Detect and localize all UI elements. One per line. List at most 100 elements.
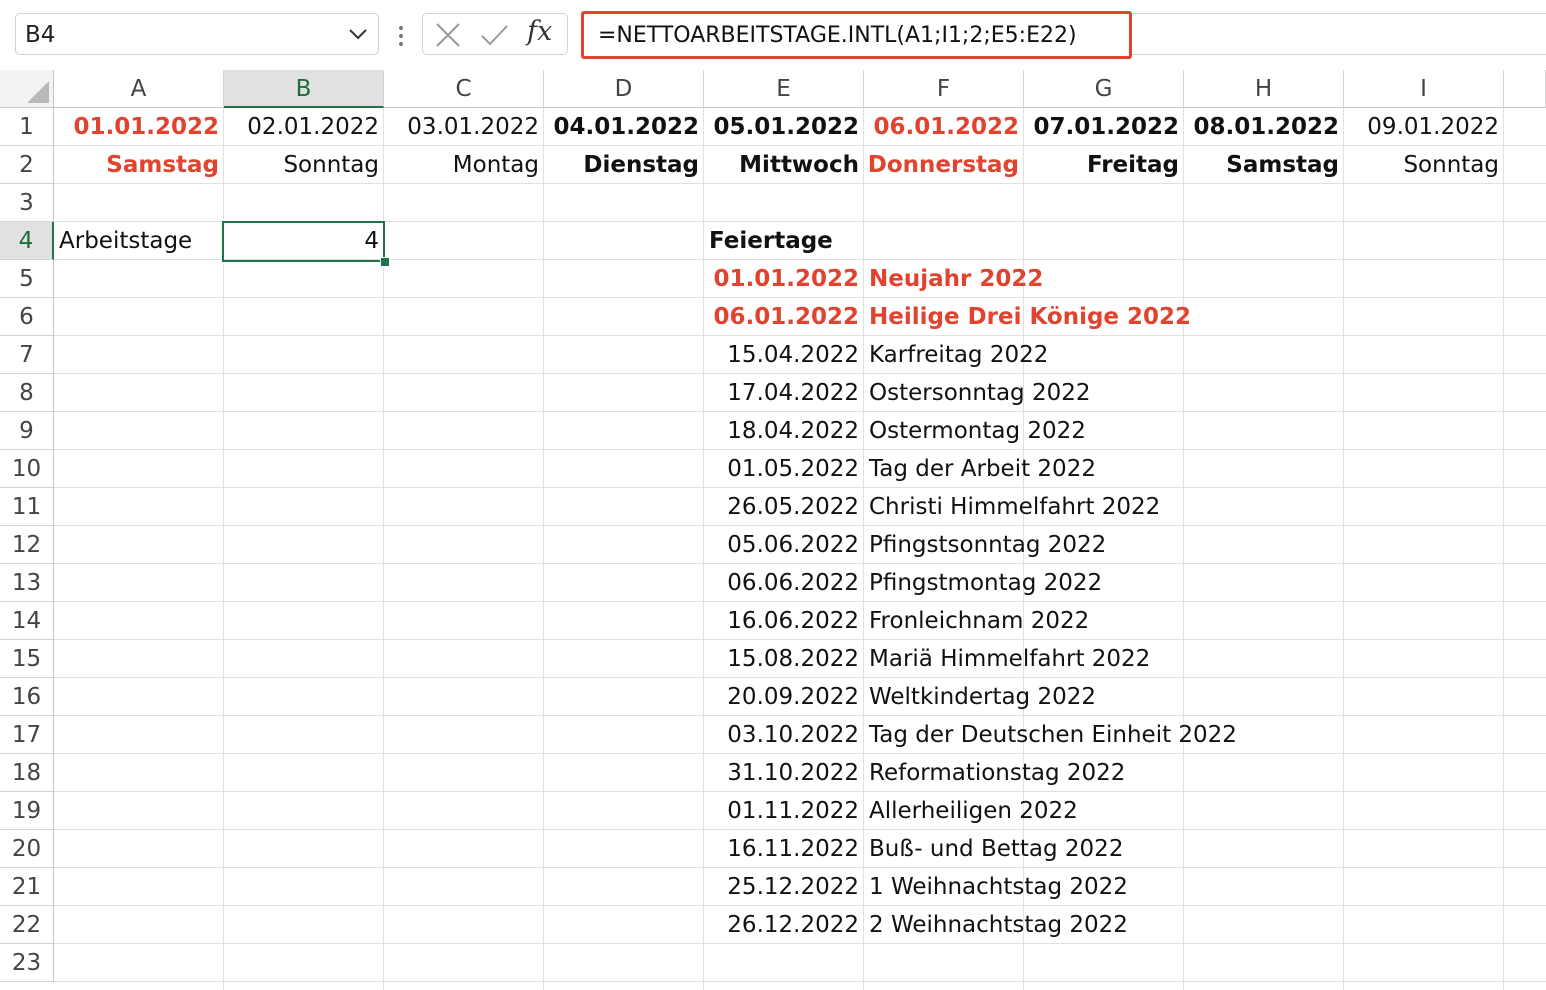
cancel-icon[interactable]: [433, 20, 463, 50]
holiday-date: 01.05.2022: [727, 456, 859, 482]
holiday-name: Karfreitag 2022: [869, 342, 1049, 368]
holiday-date: 15.08.2022: [727, 646, 859, 672]
name-box-value: B4: [25, 22, 56, 48]
row-header-13[interactable]: 13: [0, 564, 54, 602]
column-header-f[interactable]: F: [864, 70, 1024, 108]
confirm-check-icon[interactable]: [479, 20, 509, 50]
active-cell-border: [222, 221, 385, 262]
cell-c2: Montag: [452, 152, 539, 178]
cell-h1: 08.01.2022: [1193, 114, 1339, 140]
cell-h2: Samstag: [1226, 152, 1339, 178]
row-header-14[interactable]: 14: [0, 602, 54, 640]
holiday-date: 03.10.2022: [727, 722, 859, 748]
row-header-23[interactable]: 23: [0, 944, 54, 982]
row-header-2[interactable]: 2: [0, 146, 54, 184]
holiday-name: Neujahr 2022: [869, 266, 1044, 292]
cell-a1: 01.01.2022: [73, 114, 219, 140]
cell-f2: Donnerstag: [867, 152, 1019, 178]
formula-bar: B4 fx =NETTOARBEITSTAGE.INTL(A1;I1;2;E5:…: [0, 0, 1546, 70]
cell-i2: Sonntag: [1403, 152, 1499, 178]
row-header-15[interactable]: 15: [0, 640, 54, 678]
holiday-date: 31.10.2022: [727, 760, 859, 786]
row-header-8[interactable]: 8: [0, 374, 54, 412]
holiday-name: Pfingstsonntag 2022: [869, 532, 1107, 558]
gridline-horizontal: [54, 981, 1546, 982]
gridline-vertical: [543, 108, 544, 990]
row-header-17[interactable]: 17: [0, 716, 54, 754]
row-header-1[interactable]: 1: [0, 108, 54, 146]
holiday-name: Weltkindertag 2022: [869, 684, 1097, 710]
formula-text: =NETTOARBEITSTAGE.INTL(A1;I1;2;E5:E22): [598, 23, 1077, 48]
column-header-b[interactable]: B: [224, 70, 384, 108]
holiday-date: 17.04.2022: [727, 380, 859, 406]
column-header-c[interactable]: C: [384, 70, 544, 108]
row-header-16[interactable]: 16: [0, 678, 54, 716]
row-header-21[interactable]: 21: [0, 868, 54, 906]
holiday-name: Pfingstmontag 2022: [869, 570, 1103, 596]
cell-a4: Arbeitstage: [59, 228, 193, 254]
vertical-dots-icon[interactable]: [395, 24, 407, 48]
holiday-date: 26.05.2022: [727, 494, 859, 520]
holiday-date: 01.01.2022: [713, 266, 859, 292]
column-header-a[interactable]: A: [54, 70, 224, 108]
holiday-date: 06.06.2022: [727, 570, 859, 596]
gridline-vertical: [1343, 108, 1344, 990]
holiday-name: Mariä Himmelfahrt 2022: [869, 646, 1151, 672]
column-header-e[interactable]: E: [704, 70, 864, 108]
holiday-name: Fronleichnam 2022: [869, 608, 1090, 634]
holiday-name: Reformationstag 2022: [869, 760, 1126, 786]
cell-i1: 09.01.2022: [1367, 114, 1499, 140]
holiday-date: 16.06.2022: [727, 608, 859, 634]
column-header-d[interactable]: D: [544, 70, 704, 108]
cell-g1: 07.01.2022: [1033, 114, 1179, 140]
select-all-corner[interactable]: [0, 70, 54, 108]
row-header-20[interactable]: 20: [0, 830, 54, 868]
name-box[interactable]: B4: [15, 13, 379, 55]
formula-actions: fx: [422, 13, 568, 55]
row-header-11[interactable]: 11: [0, 488, 54, 526]
formula-input-extension[interactable]: [1132, 13, 1546, 55]
cell-g2: Freitag: [1086, 152, 1179, 178]
holiday-date: 06.01.2022: [713, 304, 859, 330]
row-header-12[interactable]: 12: [0, 526, 54, 564]
gridline-vertical: [1503, 108, 1504, 990]
holiday-date: 25.12.2022: [727, 874, 859, 900]
holiday-name: Ostermontag 2022: [869, 418, 1086, 444]
cell-area[interactable]: 01.01.2022 02.01.2022 03.01.2022 04.01.2022…: [54, 108, 1546, 990]
formula-input[interactable]: =NETTOARBEITSTAGE.INTL(A1;I1;2;E5:E22): [581, 11, 1132, 59]
cell-b1: 02.01.2022: [247, 114, 379, 140]
row-header-19[interactable]: 19: [0, 792, 54, 830]
row-header-10[interactable]: 10: [0, 450, 54, 488]
cell-e4: Feiertage: [709, 228, 833, 254]
cell-a2: Samstag: [106, 152, 219, 178]
holiday-name: Ostersonntag 2022: [869, 380, 1091, 406]
holiday-date: 15.04.2022: [727, 342, 859, 368]
holiday-name: Christi Himmelfahrt 2022: [869, 494, 1161, 520]
row-header-7[interactable]: 7: [0, 336, 54, 374]
column-header-g[interactable]: G: [1024, 70, 1184, 108]
column-header-overflow[interactable]: [1504, 70, 1546, 108]
row-header-22[interactable]: 22: [0, 906, 54, 944]
holiday-date: 16.11.2022: [727, 836, 859, 862]
holiday-name: Heilige Drei Könige 2022: [869, 304, 1192, 330]
fill-handle[interactable]: [380, 257, 390, 267]
cell-c1: 03.01.2022: [407, 114, 539, 140]
row-header-18[interactable]: 18: [0, 754, 54, 792]
row-header-3[interactable]: 3: [0, 184, 54, 222]
row-header-4[interactable]: 4: [0, 222, 54, 260]
chevron-down-icon[interactable]: [348, 26, 368, 42]
cell-e2: Mittwoch: [739, 152, 859, 178]
column-header-h[interactable]: H: [1184, 70, 1344, 108]
holiday-name: Tag der Deutschen Einheit 2022: [869, 722, 1237, 748]
gridline-vertical: [1183, 108, 1184, 990]
cell-d1: 04.01.2022: [553, 114, 699, 140]
row-header-9[interactable]: 9: [0, 412, 54, 450]
column-header-i[interactable]: I: [1344, 70, 1504, 108]
holiday-name: Buß- und Bettag 2022: [869, 836, 1124, 862]
holiday-date: 20.09.2022: [727, 684, 859, 710]
row-header-6[interactable]: 6: [0, 298, 54, 336]
insert-function-icon[interactable]: fx: [527, 16, 552, 47]
holiday-name: Tag der Arbeit 2022: [869, 456, 1096, 482]
cell-f1: 06.01.2022: [873, 114, 1019, 140]
row-header-5[interactable]: 5: [0, 260, 54, 298]
